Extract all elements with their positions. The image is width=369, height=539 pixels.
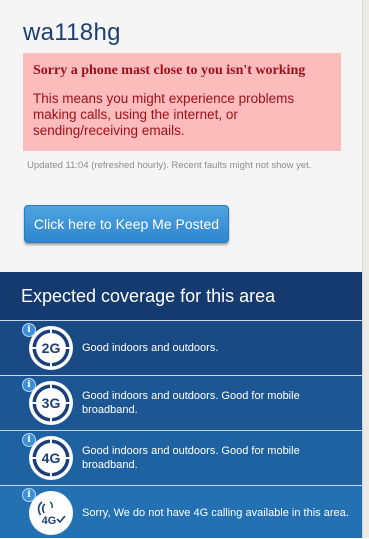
postcode-heading: wa118hg: [23, 19, 121, 46]
info-icon[interactable]: i: [22, 433, 36, 447]
badge-label: 3G: [42, 395, 61, 411]
map-edge[interactable]: [362, 0, 369, 538]
badge-label: 4G: [42, 450, 61, 466]
coverage-description: Good indoors and outdoors. Good for mobi…: [82, 389, 300, 416]
info-icon[interactable]: i: [22, 378, 36, 392]
coverage-row-3g: 3G i Good indoors and outdoors. Good for…: [0, 375, 362, 430]
alert-body: This means you might experience problems…: [33, 91, 295, 138]
updated-note: Updated 11:04 (refreshed hourly). Recent…: [27, 160, 312, 171]
coverage-description: Sorry, We do not have 4G calling availab…: [82, 506, 349, 519]
coverage-row-2g: 2G i Good indoors and outdoors.: [0, 320, 362, 375]
info-icon[interactable]: i: [22, 323, 36, 337]
coverage-panel: wa118hg Sorry a phone mast close to you …: [0, 0, 362, 538]
info-icon[interactable]: i: [22, 488, 36, 502]
coverage-description: Good indoors and outdoors.: [82, 341, 219, 354]
coverage-description: Good indoors and outdoors. Good for mobi…: [82, 444, 300, 471]
mast-fault-alert: Sorry a phone mast close to you isn't wo…: [23, 53, 341, 151]
coverage-section: Expected coverage for this area 2G i Goo…: [0, 272, 362, 538]
badge-label: 2G: [42, 340, 61, 356]
keep-me-posted-button[interactable]: Click here to Keep Me Posted: [24, 205, 229, 243]
coverage-title: Expected coverage for this area: [21, 286, 276, 306]
badge-label: 4G: [42, 515, 57, 527]
coverage-row-4g-calling: 4G i Sorry, We do not have 4G calling av…: [0, 485, 362, 538]
coverage-row-4g: 4G i Good indoors and outdoors. Good for…: [0, 430, 362, 485]
alert-title: Sorry a phone mast close to you isn't wo…: [33, 63, 306, 78]
